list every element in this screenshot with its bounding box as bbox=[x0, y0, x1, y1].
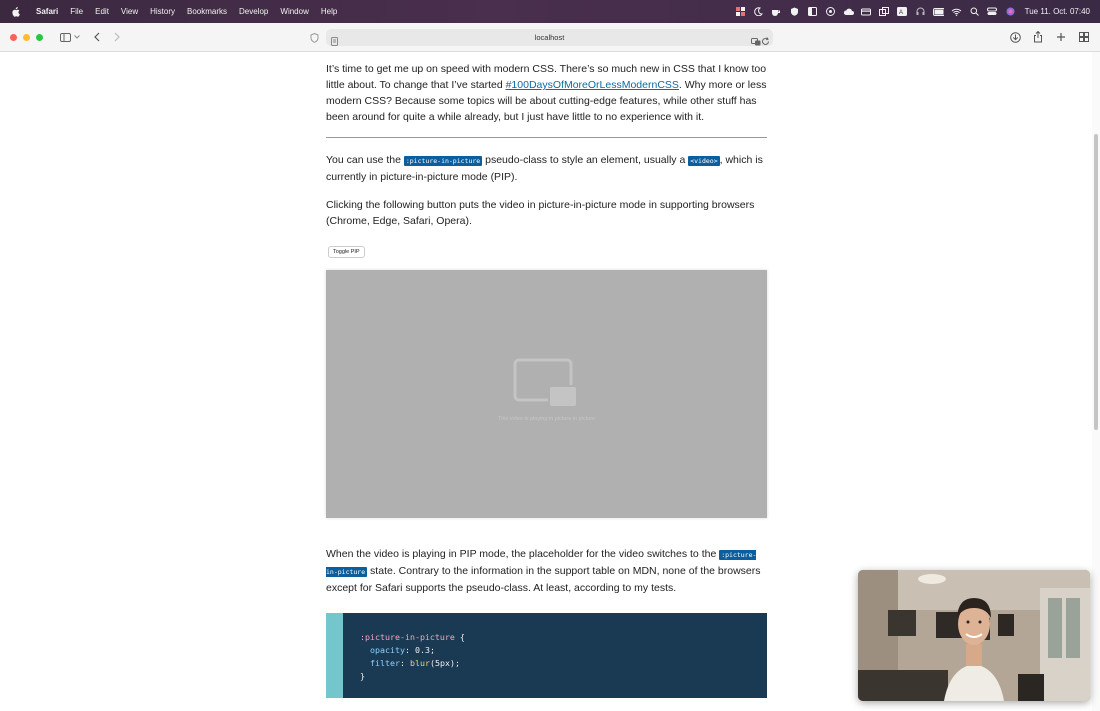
menu-bookmarks[interactable]: Bookmarks bbox=[181, 7, 233, 16]
inline-code-video: <video> bbox=[688, 156, 720, 166]
pip-video-window[interactable] bbox=[858, 570, 1090, 701]
para2-text-before: You can use the bbox=[326, 154, 404, 166]
tab-overview-icon[interactable] bbox=[1076, 29, 1092, 45]
sidebar-toggle-icon[interactable] bbox=[57, 29, 73, 45]
pip-state-paragraph: When the video is playing in PIP mode, t… bbox=[326, 546, 767, 596]
para2-text-middle: pseudo-class to style an element, usuall… bbox=[482, 154, 689, 166]
menu-bar: Safari File Edit View History Bookmarks … bbox=[0, 0, 1100, 23]
toolbar-right-actions bbox=[1007, 29, 1092, 45]
share-icon[interactable] bbox=[1030, 29, 1046, 45]
zoom-window-button[interactable] bbox=[36, 33, 43, 41]
toggle-pip-button[interactable]: Toggle PIP bbox=[328, 246, 365, 258]
new-tab-icon[interactable] bbox=[1053, 29, 1069, 45]
wifi-icon[interactable] bbox=[951, 7, 962, 16]
code-selector: :picture-in-picture bbox=[360, 632, 455, 642]
code-fn-blur: blur bbox=[409, 658, 430, 668]
section-divider bbox=[326, 137, 767, 138]
safari-toolbar: localhost bbox=[0, 23, 1100, 52]
battery-icon[interactable] bbox=[932, 7, 944, 16]
cloud-icon[interactable] bbox=[843, 7, 854, 16]
code-prop-filter: filter bbox=[370, 658, 400, 668]
chevron-down-icon[interactable] bbox=[73, 29, 81, 45]
picture-in-picture-icon bbox=[513, 358, 579, 415]
reload-icon[interactable] bbox=[761, 33, 770, 51]
inline-code-pip: :picture-in-picture bbox=[403, 156, 483, 166]
menu-history[interactable]: History bbox=[144, 7, 181, 16]
url-text[interactable]: localhost bbox=[535, 33, 565, 42]
moon-icon[interactable] bbox=[753, 7, 764, 16]
code-arg-blur: 5px bbox=[434, 658, 450, 668]
video-placeholder[interactable]: This video is playing in picture in pict… bbox=[326, 270, 767, 518]
page-icon bbox=[331, 33, 338, 51]
close-window-button[interactable] bbox=[10, 33, 17, 41]
menu-view[interactable]: View bbox=[115, 7, 144, 16]
siri-icon[interactable] bbox=[1005, 7, 1016, 16]
code-prop-opacity: opacity bbox=[370, 645, 405, 655]
video-pip-caption: This video is playing in picture in pict… bbox=[497, 416, 596, 422]
shield-privacy-icon[interactable] bbox=[306, 30, 322, 46]
window-controls bbox=[10, 33, 43, 41]
code-block-accent-bar bbox=[326, 613, 343, 698]
pip-video-frame bbox=[858, 570, 1090, 701]
pseudo-class-paragraph: You can use the :picture-in-picture pseu… bbox=[326, 152, 767, 185]
forward-icon[interactable] bbox=[109, 29, 125, 45]
hashtag-link[interactable]: #100DaysOfMoreOrLessModernCSS bbox=[506, 79, 679, 91]
menu-file[interactable]: File bbox=[64, 7, 89, 16]
menu-window[interactable]: Window bbox=[274, 7, 314, 16]
intro-paragraph: It’s time to get me up on speed with mod… bbox=[326, 61, 767, 125]
app-grid-icon[interactable] bbox=[735, 7, 746, 16]
svg-text:A: A bbox=[899, 10, 903, 16]
search-icon[interactable] bbox=[969, 7, 980, 16]
cup-icon[interactable] bbox=[771, 7, 782, 16]
menu-help[interactable]: Help bbox=[315, 7, 343, 16]
status-area: A Tue 11. Oct. 07:40 bbox=[735, 7, 1090, 16]
button-description-paragraph: Clicking the following button puts the v… bbox=[326, 199, 755, 227]
text-size-icon[interactable]: A bbox=[897, 7, 908, 16]
menubar-clock[interactable]: Tue 11. Oct. 07:40 bbox=[1025, 7, 1090, 16]
page-scrollbar-thumb[interactable] bbox=[1094, 134, 1098, 430]
code-content: :picture-in-picture { opacity: 0.3; filt… bbox=[360, 632, 465, 681]
para4-text-after: state. Contrary to the information in th… bbox=[326, 565, 761, 594]
windows-icon[interactable] bbox=[879, 7, 890, 16]
code-val-opacity: 0.3 bbox=[414, 645, 430, 655]
sidebar-icon[interactable] bbox=[807, 7, 818, 16]
menu-develop[interactable]: Develop bbox=[233, 7, 274, 16]
menu-app-safari[interactable]: Safari bbox=[30, 7, 64, 16]
downloads-icon[interactable] bbox=[1007, 29, 1023, 45]
menu-edit[interactable]: Edit bbox=[89, 7, 115, 16]
code-close-brace: } bbox=[360, 671, 365, 681]
translate-icon[interactable] bbox=[751, 33, 761, 51]
address-bar[interactable]: localhost bbox=[326, 29, 773, 46]
code-open-brace: { bbox=[454, 632, 465, 642]
back-icon[interactable] bbox=[89, 29, 105, 45]
at-circle-icon[interactable] bbox=[825, 7, 836, 16]
control-center-icon[interactable] bbox=[987, 7, 998, 16]
css-code-block: :picture-in-picture { opacity: 0.3; filt… bbox=[326, 613, 767, 698]
para4-text-before: When the video is playing in PIP mode, t… bbox=[326, 548, 720, 560]
card-icon[interactable] bbox=[861, 7, 872, 16]
headphones-icon[interactable] bbox=[915, 7, 926, 16]
apple-menu-icon[interactable] bbox=[10, 6, 20, 17]
minimize-window-button[interactable] bbox=[23, 33, 30, 41]
shield-icon[interactable] bbox=[789, 7, 800, 16]
